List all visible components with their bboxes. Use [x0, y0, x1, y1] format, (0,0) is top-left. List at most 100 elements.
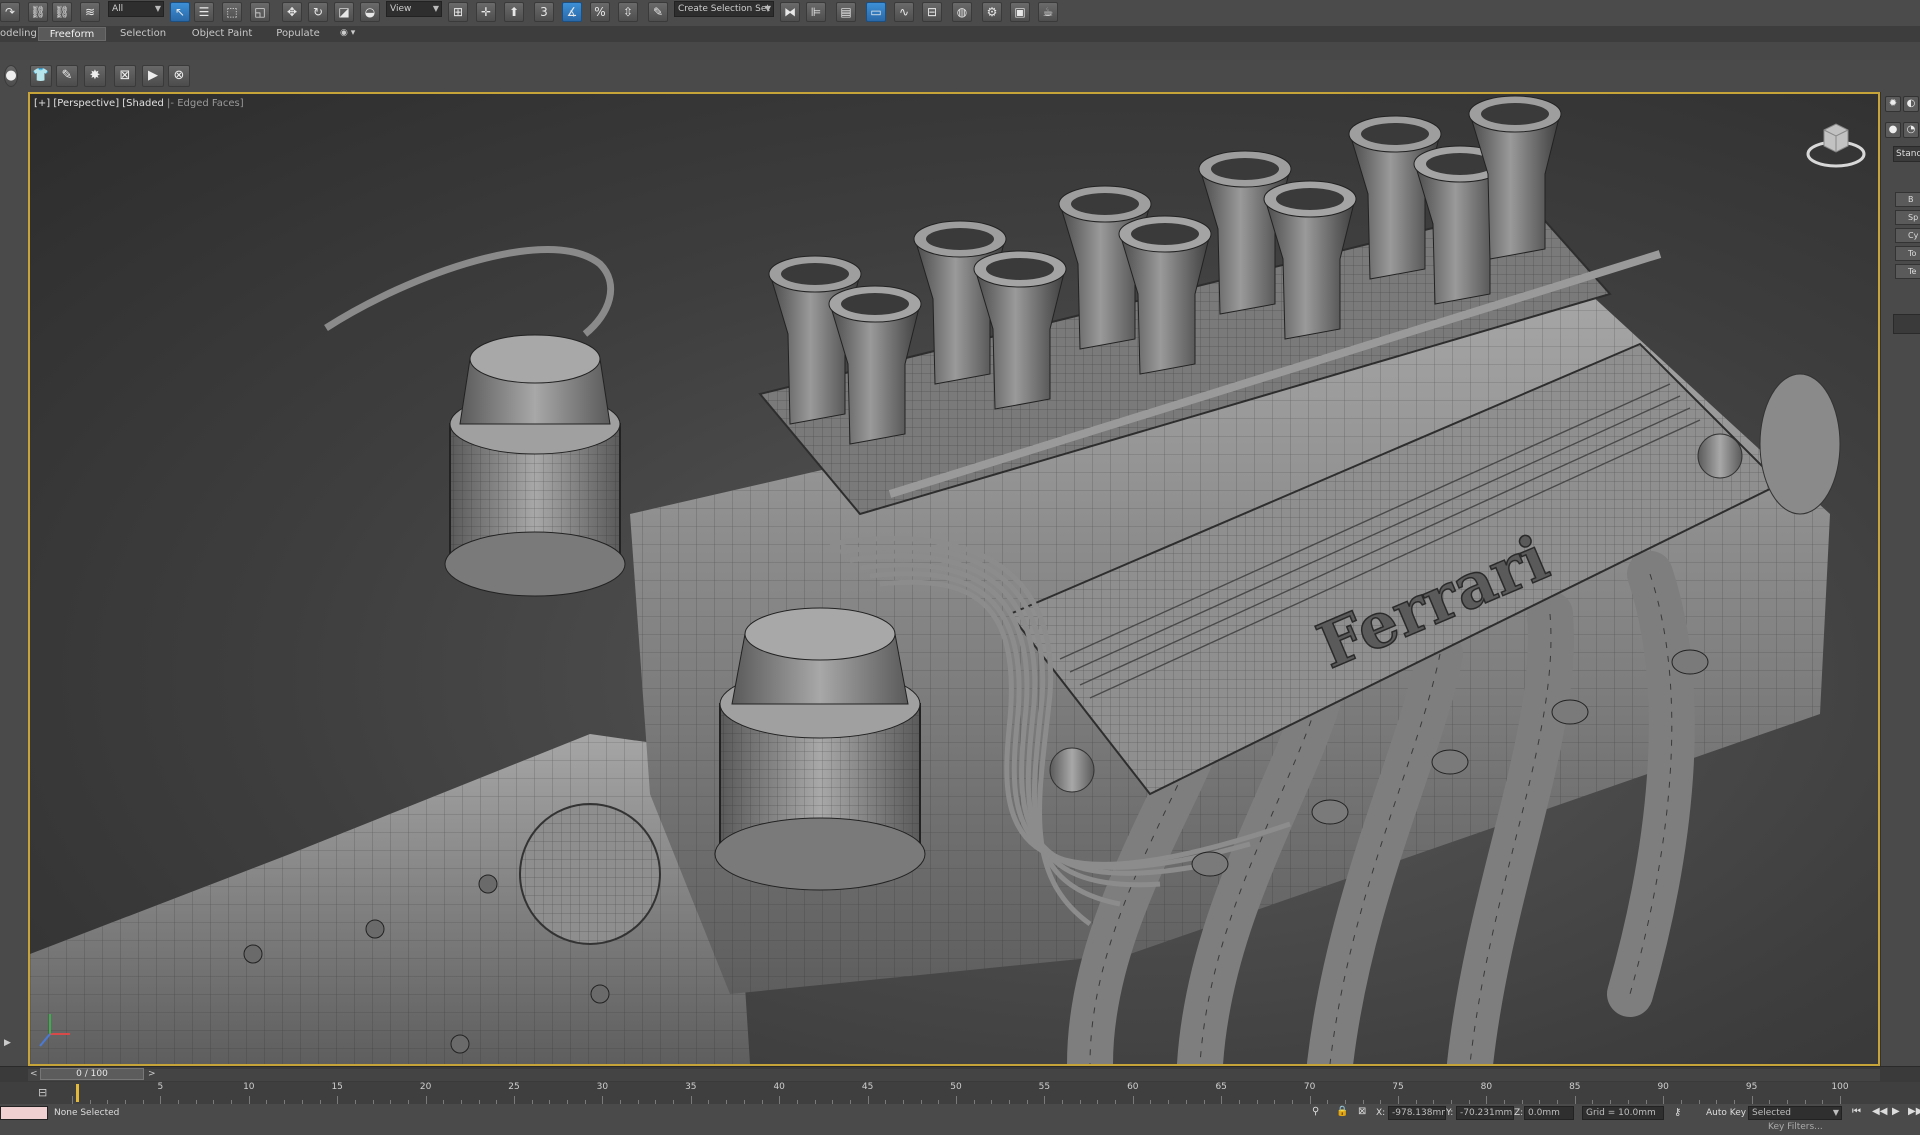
close-container-icon[interactable]: ⊗	[168, 65, 190, 87]
cover-knob	[1049, 747, 1095, 793]
object-type-torus-button[interactable]: To	[1895, 246, 1920, 261]
schematic-view-icon[interactable]: ⊟	[922, 2, 942, 22]
object-type-sphere-button[interactable]: Sp	[1895, 210, 1920, 225]
snaps-toggle-icon[interactable]: 3	[534, 2, 554, 22]
move-icon[interactable]: ✥	[282, 2, 302, 22]
link-icon[interactable]: ⛓	[28, 2, 48, 22]
rectangular-selection-icon[interactable]: ⬚	[222, 2, 242, 22]
object-category-dropdown[interactable]: Standa	[1893, 146, 1920, 162]
object-type-box-button[interactable]: B	[1895, 192, 1920, 207]
name-color-field[interactable]	[1893, 314, 1920, 334]
maxscript-listener[interactable]	[0, 1106, 48, 1120]
track-bar-tick	[690, 1096, 692, 1104]
bolt	[590, 984, 610, 1004]
track-bar-ticks: 5 10 15 20 25 30 35 40 45 50 55 60 65 70 75 80 85 90 95 100	[72, 1082, 1849, 1104]
viewport-perspective[interactable]: [+] [Perspective] [Shaded |- Edged Faces…	[28, 92, 1880, 1066]
container-icon[interactable]: ⊠	[114, 65, 136, 87]
x-coordinate-field[interactable]: -978.138mm	[1388, 1106, 1446, 1120]
pivot-center-icon[interactable]: ⊞	[448, 2, 468, 22]
sphere-icon[interactable]: ●	[4, 65, 18, 87]
selection-lock-icon[interactable]: 🔒	[1336, 1106, 1348, 1117]
window-crossing-icon[interactable]: ◱	[250, 2, 270, 22]
tab-freeform[interactable]: Freeform	[38, 27, 106, 41]
track-bar-tick	[1663, 1096, 1665, 1104]
modify-tab-icon[interactable]: ◐	[1903, 96, 1919, 112]
track-bar-tick-label: 50	[950, 1082, 962, 1092]
percent-snap-icon[interactable]: %	[590, 2, 610, 22]
time-slider-thumb[interactable]: 0 / 100	[40, 1068, 144, 1080]
viewcube[interactable]	[1804, 112, 1868, 172]
select-by-name-icon[interactable]: ☰	[194, 2, 214, 22]
edit-named-selection-icon[interactable]: ✎	[648, 2, 668, 22]
angle-snap-icon[interactable]: ∡	[562, 2, 582, 22]
ribbon-options-icon[interactable]: ◉ ▾	[340, 28, 355, 38]
chevron-down-icon: ▼	[154, 4, 161, 13]
track-bar-tick	[1486, 1096, 1488, 1104]
absolute-offset-toggle-icon[interactable]: ⊠	[1358, 1106, 1366, 1117]
place-icon[interactable]: ◒	[360, 2, 380, 22]
next-key-icon[interactable]: ▶▶	[1908, 1106, 1920, 1117]
y-coordinate-field[interactable]: -70.231mm	[1456, 1106, 1514, 1120]
selection-filter-dropdown[interactable]: All ▼	[108, 1, 164, 17]
key-mode-dropdown[interactable]: Selected ▼	[1748, 1106, 1842, 1120]
toggle-ribbon-icon[interactable]: ▭	[866, 2, 886, 22]
track-bar[interactable]: ⊟ 5 10 15 20 25 30 35 40 45 50 55 60 65 70 75 80 85 90 95 1…	[0, 1082, 1920, 1105]
track-bar-tick	[779, 1096, 781, 1104]
mini-curve-editor-icon[interactable]: ⊟	[38, 1086, 47, 1099]
keyboard-shortcut-override-icon[interactable]: ⬆	[504, 2, 524, 22]
geometry-icon[interactable]: ●	[1885, 122, 1901, 138]
cover-knob	[1697, 433, 1743, 479]
track-bar-tick	[72, 1096, 73, 1104]
bind-space-warp-icon[interactable]: ≋	[80, 2, 100, 22]
track-bar-tick-label: 55	[1038, 1082, 1051, 1092]
rotate-icon[interactable]: ↻	[308, 2, 328, 22]
tab-object-paint[interactable]: Object Paint	[184, 27, 260, 41]
layer-manager-icon[interactable]: ▤	[836, 2, 856, 22]
track-bar-tick-label: 80	[1480, 1082, 1493, 1092]
curve-editor-icon[interactable]: ∿	[894, 2, 914, 22]
time-slider-track[interactable]	[28, 1069, 1880, 1081]
play-container-icon[interactable]: ▶	[142, 65, 164, 87]
next-frame-arrow-icon[interactable]: >	[148, 1069, 156, 1079]
align-icon[interactable]: ⊫	[806, 2, 826, 22]
unlink-icon[interactable]: ⛓	[52, 2, 72, 22]
render-production-icon[interactable]: ☕	[1038, 2, 1058, 22]
previous-frame-arrow-icon[interactable]: <	[30, 1069, 38, 1079]
tab-selection[interactable]: Selection	[108, 27, 178, 41]
track-bar-tick	[1574, 1096, 1576, 1104]
render-setup-icon[interactable]: ⚙	[982, 2, 1002, 22]
named-selection-dropdown[interactable]: Create Selection Set ▼	[674, 1, 774, 17]
go-to-start-icon[interactable]: ⏮	[1852, 1106, 1861, 1117]
spinner-snap-icon[interactable]: ⇳	[618, 2, 638, 22]
select-manipulate-icon[interactable]: ✛	[476, 2, 496, 22]
select-object-icon[interactable]: ↖	[170, 2, 190, 22]
tab-populate[interactable]: Populate	[266, 27, 330, 41]
chevron-down-icon: ▼	[1832, 1108, 1839, 1117]
track-bar-tick	[514, 1096, 515, 1104]
brush-icon[interactable]: ✎	[56, 65, 78, 87]
current-frame-marker[interactable]	[76, 1084, 79, 1102]
play-icon[interactable]: ▶	[4, 1038, 11, 1048]
material-editor-icon[interactable]: ◍	[952, 2, 972, 22]
explode-icon[interactable]: ✸	[84, 65, 106, 87]
time-slider: < 0 / 100 >	[0, 1066, 1920, 1083]
shirt-icon[interactable]: 👕	[30, 65, 52, 87]
previous-key-icon[interactable]: ◀◀	[1872, 1106, 1887, 1117]
create-tab-icon[interactable]: ✹	[1885, 96, 1901, 112]
isolate-selection-icon[interactable]: ⚲	[1312, 1106, 1319, 1117]
tab-modeling[interactable]: odeling	[0, 27, 37, 41]
object-type-teapot-button[interactable]: Te	[1895, 264, 1920, 279]
z-coordinate-field[interactable]: 0.0mm	[1524, 1106, 1574, 1120]
play-animation-icon[interactable]: ▶	[1892, 1106, 1900, 1117]
track-bar-tick	[1309, 1096, 1311, 1104]
object-type-cylinder-button[interactable]: Cy	[1895, 228, 1920, 243]
auto-key-button[interactable]: Auto Key	[1706, 1108, 1746, 1118]
redo-icon[interactable]: ↷	[0, 2, 20, 22]
scale-icon[interactable]: ◪	[334, 2, 354, 22]
mirror-icon[interactable]: ⧓	[780, 2, 800, 22]
key-icon[interactable]: ⚷	[1674, 1107, 1681, 1118]
shapes-icon[interactable]: ◔	[1903, 122, 1919, 138]
rendered-frame-window-icon[interactable]: ▣	[1010, 2, 1030, 22]
reference-coordinate-dropdown[interactable]: View ▼	[386, 1, 442, 17]
key-filters-button[interactable]: Key Filters...	[1768, 1122, 1823, 1132]
